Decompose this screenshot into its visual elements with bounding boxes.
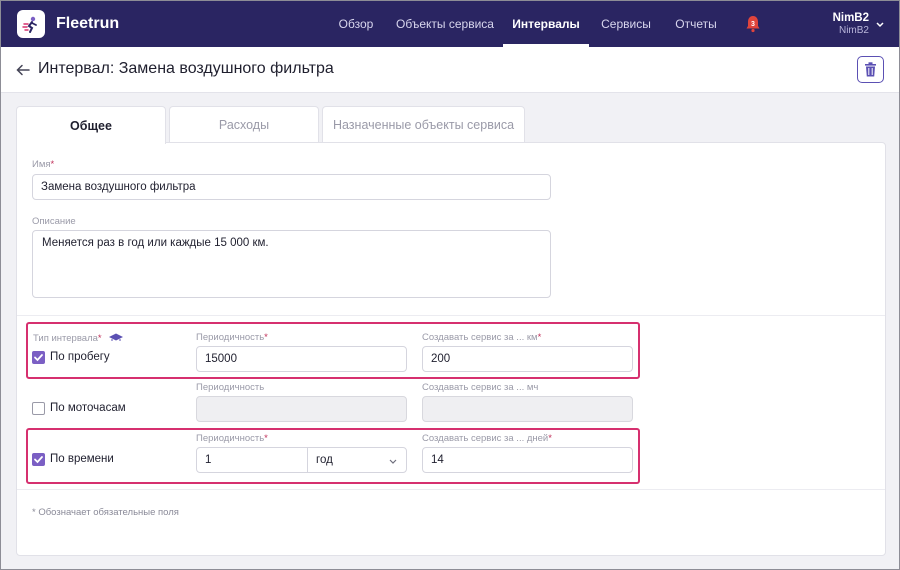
- checkmark-icon: [34, 354, 43, 362]
- time-create-input[interactable]: 14: [422, 447, 633, 473]
- delete-button[interactable]: [857, 56, 884, 83]
- trash-icon: [865, 62, 876, 77]
- description-textarea[interactable]: Меняется раз в год или каждые 15 000 км.: [32, 230, 551, 298]
- interval-type-label: Тип интервала*: [33, 332, 124, 344]
- engine-hours-create-input: [422, 396, 633, 422]
- time-period-input[interactable]: 1: [205, 454, 211, 466]
- mileage-checkbox[interactable]: [32, 351, 45, 364]
- time-period-group: 1 год: [196, 447, 407, 473]
- interval-type-info-icon: [109, 333, 124, 341]
- checkmark-icon: [34, 456, 43, 464]
- engine-hours-period-label: Периодичность: [196, 382, 265, 393]
- brand-name: Fleetrun: [56, 15, 120, 32]
- user-sub: NimB2: [838, 25, 869, 36]
- page-title: Интервал: Замена воздушного фильтра: [38, 60, 334, 77]
- time-checkbox-label[interactable]: По времени: [50, 453, 114, 465]
- engine-hours-checkbox-label[interactable]: По моточасам: [50, 402, 126, 414]
- nav-overview[interactable]: Обзор: [331, 1, 381, 47]
- mileage-checkbox-label[interactable]: По пробегу: [50, 351, 110, 363]
- required-fields-note: * Обозначает обязательные поля: [32, 507, 179, 518]
- time-period-label: Периодичность*: [196, 433, 268, 444]
- back-arrow-icon[interactable]: [15, 62, 31, 78]
- tab-general[interactable]: Общее: [16, 106, 166, 144]
- nav-reports[interactable]: Отчеты: [669, 1, 723, 47]
- time-period-separator: [307, 448, 308, 472]
- mileage-create-input[interactable]: 200: [422, 346, 633, 372]
- nav-service-objects[interactable]: Объекты сервиса: [393, 1, 497, 47]
- description-label: Описание: [32, 216, 76, 227]
- top-navigation: Fleetrun Обзор Объекты сервиса Интервалы…: [1, 1, 899, 47]
- notifications-bell-icon[interactable]: 3: [745, 15, 761, 33]
- mileage-create-label: Создавать сервис за ... км*: [422, 332, 542, 343]
- tab-assigned-objects[interactable]: Назначенные объекты сервиса: [322, 106, 525, 143]
- notifications-count: 3: [751, 21, 755, 28]
- engine-hours-period-input: [196, 396, 407, 422]
- time-unit-select[interactable]: год: [316, 454, 333, 466]
- engine-hours-checkbox[interactable]: [32, 402, 45, 415]
- section-divider: [17, 315, 885, 316]
- name-input[interactable]: Замена воздушного фильтра: [32, 174, 551, 200]
- interval-form-card: Имя* Замена воздушного фильтра Описание …: [16, 142, 886, 556]
- page-header: Интервал: Замена воздушного фильтра: [1, 47, 899, 93]
- time-checkbox[interactable]: [32, 453, 45, 466]
- chevron-down-icon[interactable]: [388, 456, 398, 466]
- mileage-period-input[interactable]: 15000: [196, 346, 407, 372]
- mileage-period-label: Периодичность*: [196, 332, 268, 343]
- fleetrun-logo-icon[interactable]: [17, 10, 45, 38]
- nav-intervals[interactable]: Интервалы: [503, 1, 589, 47]
- user-name: NimB2: [832, 12, 869, 24]
- name-label: Имя*: [32, 159, 55, 170]
- section-divider-bottom: [17, 489, 885, 490]
- tab-expenses[interactable]: Расходы: [169, 106, 319, 143]
- user-menu[interactable]: NimB2 NimB2: [813, 12, 869, 36]
- chevron-down-icon[interactable]: [874, 18, 886, 30]
- nav-services[interactable]: Сервисы: [597, 1, 655, 47]
- time-create-label: Создавать сервис за ... дней*: [422, 433, 552, 444]
- engine-hours-create-label: Создавать сервис за ... мч: [422, 382, 539, 393]
